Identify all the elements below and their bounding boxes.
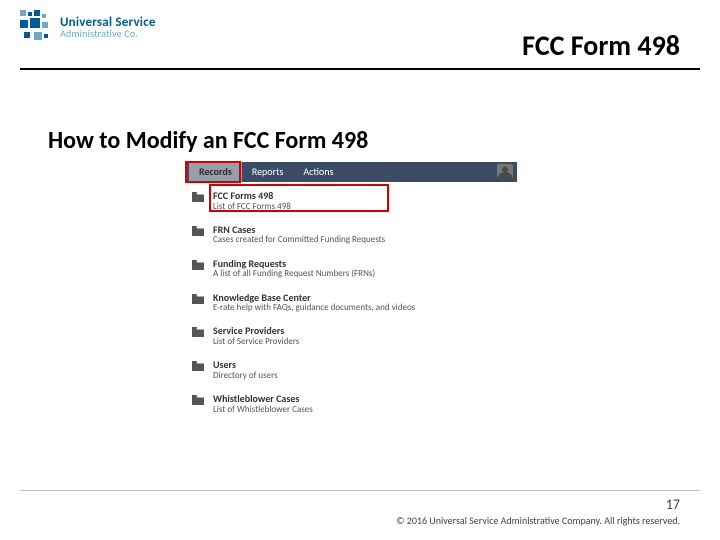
logo-mark-icon xyxy=(20,10,54,44)
list-item-desc: Cases created for Committed Funding Requ… xyxy=(213,235,385,245)
tab-reports[interactable]: Reports xyxy=(242,162,294,182)
list-item-title: Users xyxy=(213,359,278,371)
page-number: 17 xyxy=(666,496,680,513)
records-list: FCC Forms 498 List of FCC Forms 498 FRN … xyxy=(185,182,517,423)
tab-records[interactable]: Records xyxy=(189,162,242,182)
folder-icon xyxy=(191,293,205,305)
list-item-desc: List of FCC Forms 498 xyxy=(213,202,291,212)
list-item[interactable]: Funding Requests A list of all Funding R… xyxy=(185,254,517,288)
tab-actions[interactable]: Actions xyxy=(293,162,343,182)
folder-icon xyxy=(191,326,205,338)
slide-header: Universal Service Administrative Co. FCC… xyxy=(0,10,720,68)
list-item-title: FCC Forms 498 xyxy=(213,190,291,202)
copyright-text: © 2016 Universal Service Administrative … xyxy=(396,514,680,527)
list-item[interactable]: Users Directory of users xyxy=(185,355,517,389)
folder-icon xyxy=(191,360,205,372)
list-item[interactable]: FCC Forms 498 List of FCC Forms 498 xyxy=(185,186,517,220)
list-item-desc: Directory of users xyxy=(213,371,278,381)
list-item-desc: List of Service Providers xyxy=(213,337,299,347)
folder-icon xyxy=(191,259,205,271)
page-title: FCC Form 498 xyxy=(522,28,680,63)
usac-logo: Universal Service Administrative Co. xyxy=(20,10,156,44)
logo-text: Universal Service Administrative Co. xyxy=(60,16,156,39)
list-item[interactable]: Knowledge Base Center E-rate help with F… xyxy=(185,288,517,322)
list-item-desc: List of Whistleblower Cases xyxy=(213,405,313,415)
header-rule xyxy=(20,68,700,70)
footer-rule xyxy=(20,490,700,491)
list-item-desc: E-rate help with FAQs, guidance document… xyxy=(213,303,415,313)
folder-icon xyxy=(191,191,205,203)
app-screenshot: Records Reports Actions FCC Forms 498 Li… xyxy=(185,162,517,423)
logo-line2: Administrative Co. xyxy=(60,29,156,39)
folder-icon xyxy=(191,225,205,237)
list-item-desc: A list of all Funding Request Numbers (F… xyxy=(213,269,375,279)
avatar-icon[interactable] xyxy=(497,164,513,180)
list-item[interactable]: Service Providers List of Service Provid… xyxy=(185,321,517,355)
app-navbar: Records Reports Actions xyxy=(185,162,517,182)
slide-subtitle: How to Modify an FCC Form 498 xyxy=(48,126,368,155)
list-item[interactable]: FRN Cases Cases created for Committed Fu… xyxy=(185,220,517,254)
list-item[interactable]: Whistleblower Cases List of Whistleblowe… xyxy=(185,389,517,423)
folder-icon xyxy=(191,394,205,406)
list-item-title: Whistleblower Cases xyxy=(213,393,313,405)
